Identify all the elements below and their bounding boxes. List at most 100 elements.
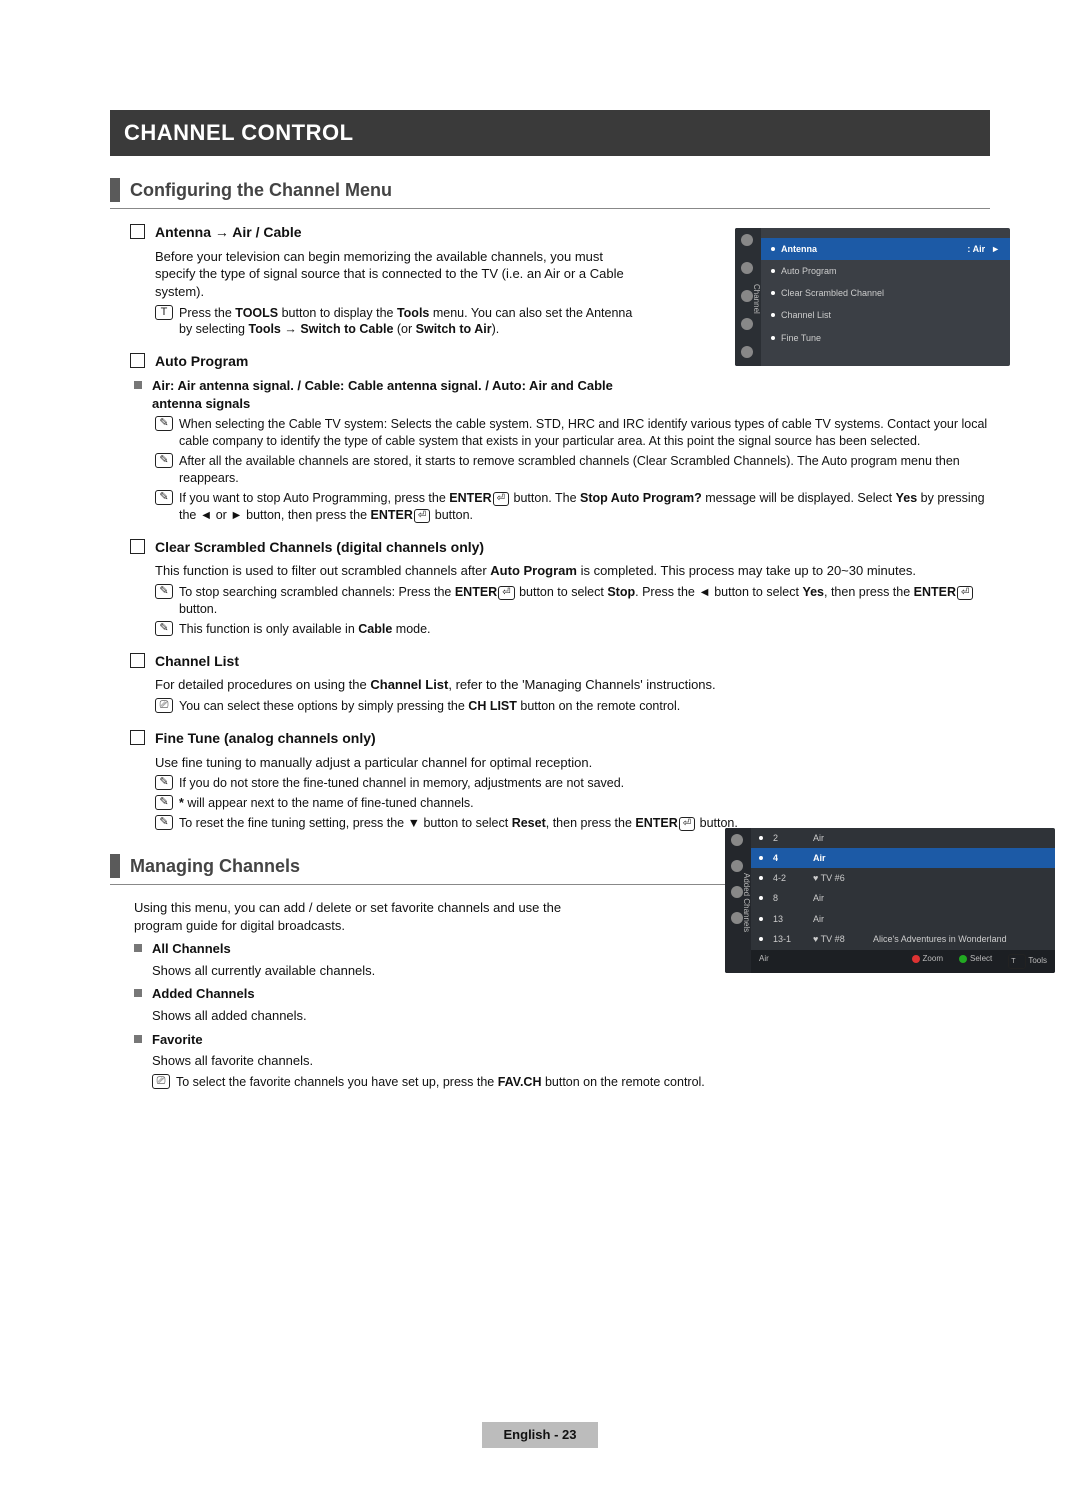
- chapter-title: CHANNEL CONTROL: [110, 110, 990, 156]
- note-icon: ✎: [155, 453, 171, 468]
- fine-note-2: ✎ * will appear next to the name of fine…: [155, 795, 990, 812]
- t: button. The: [510, 491, 580, 505]
- remote-icon: ⎚: [155, 698, 171, 713]
- page-footer: English - 23: [0, 1422, 1080, 1448]
- q-clear-heading: Clear Scrambled Channels (digital channe…: [155, 538, 484, 557]
- antenna-body: Before your television can begin memoriz…: [155, 248, 640, 301]
- page-number: English - 23: [482, 1422, 599, 1448]
- t: ENTER: [635, 816, 677, 830]
- square-icon: [134, 381, 142, 389]
- antenna-tool-note: T Press the TOOLS button to display the …: [155, 305, 640, 339]
- t: To stop searching scrambled channels: Pr…: [179, 585, 455, 599]
- t: , then press the: [546, 816, 636, 830]
- note-icon: ✎: [155, 584, 171, 599]
- t: If you want to stop Auto Programming, pr…: [179, 491, 449, 505]
- auto-note-2: ✎After all the available channels are st…: [155, 453, 990, 487]
- q-channel-list: Channel List: [130, 652, 990, 671]
- t: button to display the: [278, 306, 397, 320]
- chlist-note-1: ⎚ You can select these options by simply…: [155, 698, 990, 715]
- osd2-side-icons: [731, 834, 743, 924]
- t: , then press the: [824, 585, 914, 599]
- checkbox-icon: [130, 353, 145, 368]
- t: Stop Auto Program?: [580, 491, 702, 505]
- checkbox-icon: [130, 730, 145, 745]
- osd2-row: 4-2♥ TV #6: [751, 868, 1055, 888]
- enter-icon: ⏎: [957, 586, 973, 600]
- t: Switch to Air: [416, 322, 492, 336]
- favorite: Favorite: [134, 1031, 990, 1049]
- t: Cable: [358, 622, 392, 636]
- t: button.: [179, 602, 217, 616]
- clear-note-2: ✎ This function is only available in Cab…: [155, 621, 990, 638]
- t: button on the remote control.: [541, 1075, 704, 1089]
- fine-body: Use fine tuning to manually adjust a par…: [155, 754, 990, 772]
- t: Stop: [607, 585, 635, 599]
- enter-icon: ⏎: [679, 817, 695, 831]
- t: This function is only available in: [179, 622, 358, 636]
- fine-note-1: ✎ If you do not store the fine-tuned chan…: [155, 775, 990, 792]
- added-channels-desc: Shows all added channels.: [152, 1007, 990, 1025]
- t: ENTER: [449, 491, 491, 505]
- osd1-row: Fine Tune: [761, 327, 1010, 349]
- t: is completed. This process may take up t…: [577, 563, 916, 578]
- q-antenna-heading: Antenna → Air / Cable: [155, 223, 302, 242]
- t: FAV.CH: [498, 1075, 542, 1089]
- t: Tools → Switch to Cable: [248, 322, 393, 336]
- t: will appear next to the name of fine-tun…: [184, 796, 474, 810]
- t: Select: [970, 954, 992, 963]
- t: button on the remote control.: [517, 699, 680, 713]
- t: . Press the ◄ button to select: [635, 585, 802, 599]
- osd2-row: 2Air: [751, 828, 1055, 848]
- osd2-row: 8Air: [751, 888, 1055, 908]
- t: , refer to the 'Managing Channels' instr…: [448, 677, 715, 692]
- square-icon: [134, 989, 142, 997]
- checkbox-icon: [130, 653, 145, 668]
- t: mode.: [392, 622, 430, 636]
- t: Tools: [397, 306, 429, 320]
- t: ).: [492, 322, 500, 336]
- checkbox-icon: [130, 224, 145, 239]
- t: If you do not store the fine-tuned chann…: [179, 775, 624, 792]
- section-configuring: Configuring the Channel Menu: [110, 178, 990, 202]
- auto-signals-text: Air: Air antenna signal. / Cable: Cable …: [152, 377, 640, 412]
- t: Yes: [896, 491, 918, 505]
- t: When selecting the Cable TV system: Sele…: [179, 416, 990, 450]
- osd1-row: Antenna: Air►: [761, 238, 1010, 260]
- osd1-row: Auto Program: [761, 260, 1010, 282]
- chlist-body: For detailed procedures on using the Cha…: [155, 676, 990, 694]
- t: To reset the fine tuning setting, press …: [179, 816, 512, 830]
- t: button to select: [516, 585, 608, 599]
- tools-icon: T: [155, 305, 171, 320]
- auto-signals: Air: Air antenna signal. / Cable: Cable …: [134, 377, 640, 412]
- q-auto-heading: Auto Program: [155, 352, 248, 371]
- favorite-note: ⎚ To select the favorite channels you ha…: [152, 1074, 990, 1091]
- osd2-bar-source: Air: [759, 954, 769, 969]
- t: Yes: [802, 585, 824, 599]
- enter-icon: ⏎: [414, 509, 430, 523]
- t: (or: [393, 322, 415, 336]
- auto-note-3: ✎ If you want to stop Auto Programming, …: [155, 490, 990, 524]
- t: You can select these options by simply p…: [179, 699, 468, 713]
- t: Channel List: [370, 677, 448, 692]
- t: ENTER: [371, 508, 413, 522]
- q-fine-tune: Fine Tune (analog channels only): [130, 729, 990, 748]
- t: Tools: [1028, 956, 1047, 965]
- osd2-legend-bar: Air Zoom Select T Tools: [751, 950, 1055, 973]
- osd2-row: 13-1♥ TV #8Alice's Adventures in Wonderl…: [751, 929, 1055, 949]
- square-icon: [134, 944, 142, 952]
- osd-channel-menu: Channel Antenna: Air►Auto ProgramClear S…: [735, 228, 1010, 366]
- t: message will be displayed. Select: [702, 491, 896, 505]
- osd2-row: 4Air: [751, 848, 1055, 868]
- enter-icon: ⏎: [498, 586, 514, 600]
- osd2-row: 13Air: [751, 909, 1055, 929]
- divider: [110, 208, 990, 209]
- q-chlist-heading: Channel List: [155, 652, 239, 671]
- osd1-side-icons: [741, 234, 753, 358]
- note-icon: ✎: [155, 815, 171, 830]
- square-icon: [134, 1035, 142, 1043]
- t: For detailed procedures on using the: [155, 677, 370, 692]
- t: TOOLS: [235, 306, 278, 320]
- note-icon: ✎: [155, 775, 171, 790]
- enter-icon: ⏎: [493, 492, 509, 506]
- note-icon: ✎: [155, 795, 171, 810]
